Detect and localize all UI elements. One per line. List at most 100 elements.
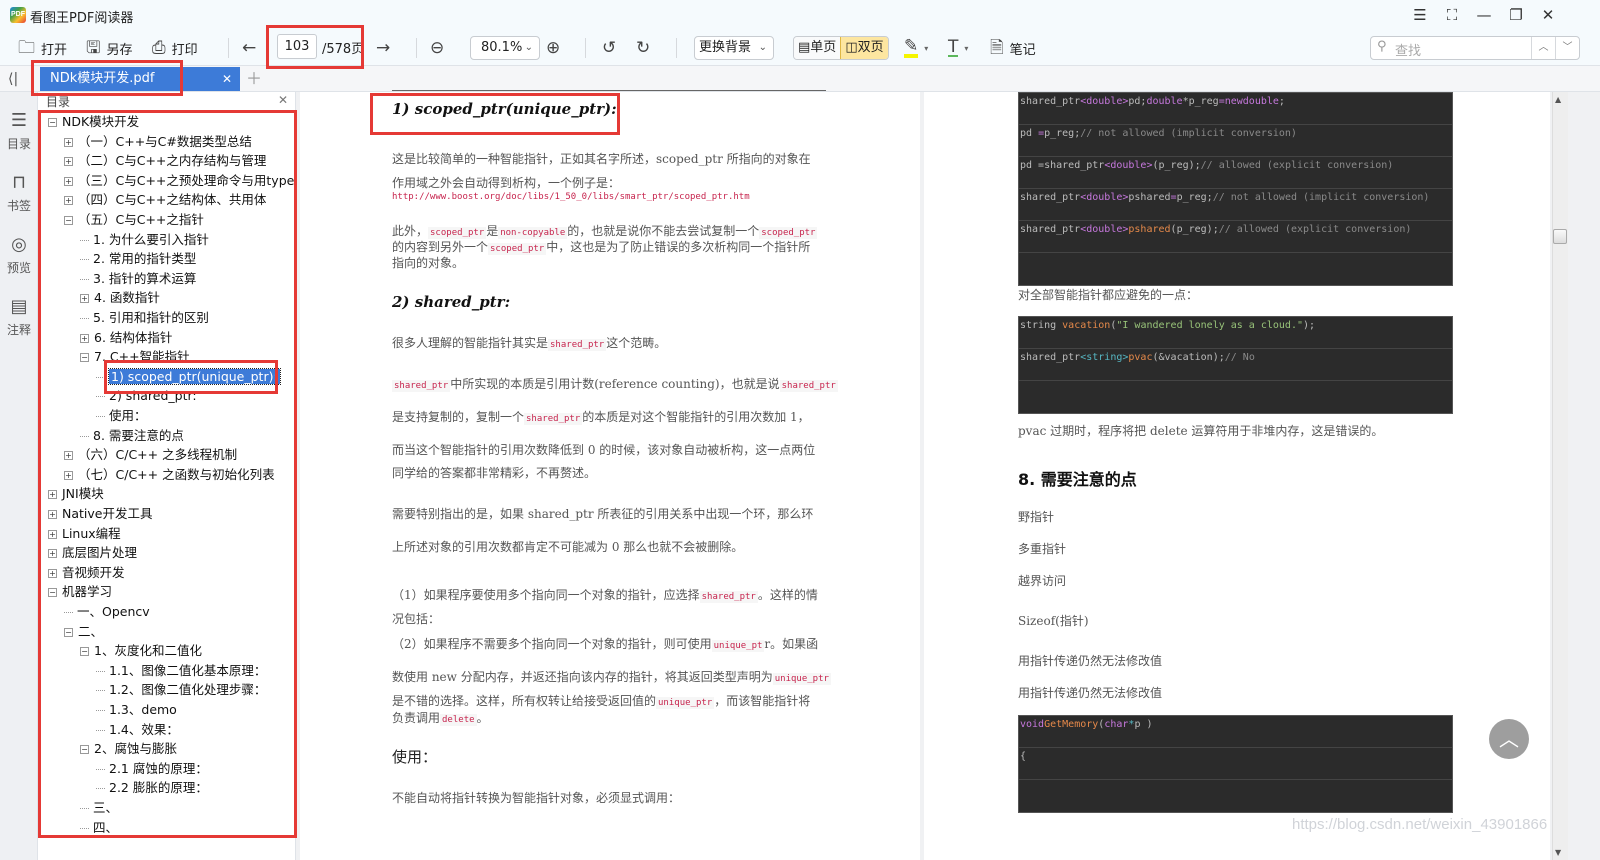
scroll-up-icon[interactable]: ▲ bbox=[1555, 95, 1561, 104]
expand-icon[interactable]: + bbox=[64, 157, 73, 167]
outline-item[interactable]: −7. C++智能指针 bbox=[80, 347, 190, 366]
nav-toc[interactable]: ☰ 目录 bbox=[0, 110, 38, 152]
zoom-select[interactable]: 80.1% ⌄ bbox=[470, 36, 540, 60]
save-as-button[interactable]: 🖫 另存 bbox=[86, 36, 133, 60]
scroll-down-icon[interactable]: ▼ bbox=[1555, 848, 1561, 857]
outline-item[interactable]: +6. 结构体指针 bbox=[80, 328, 172, 347]
single-page-button[interactable]: ▤单页 bbox=[794, 37, 841, 59]
expand-icon[interactable]: + bbox=[64, 196, 73, 206]
outline-item[interactable]: + （三）C与C++之预处理命令与用typede bbox=[64, 171, 310, 190]
background-select[interactable]: 更换背景 ⌄ bbox=[694, 36, 774, 60]
nav-preview[interactable]: ◎ 预览 bbox=[0, 234, 38, 276]
expand-icon[interactable]: + bbox=[64, 137, 73, 147]
outline-item[interactable]: + 音视频开发 bbox=[48, 563, 125, 582]
outline-item[interactable]: 2.1 腐蚀的原理： bbox=[96, 759, 208, 778]
outline-item[interactable]: + （二）C与C++之内存结构与管理 bbox=[64, 151, 266, 170]
outline-item[interactable]: 1.2、图像二值化处理步骤： bbox=[96, 680, 266, 699]
collapse-icon[interactable]: − bbox=[80, 353, 89, 363]
collapse-icon[interactable]: − bbox=[64, 627, 73, 637]
outline-item[interactable]: 1.4、效果： bbox=[96, 720, 179, 739]
collapse-icon[interactable]: − bbox=[48, 588, 57, 598]
expand-icon[interactable]: + bbox=[64, 176, 73, 186]
outline-item[interactable]: + Linux编程 bbox=[48, 524, 121, 543]
outline-item[interactable]: + 底层图片处理 bbox=[48, 543, 137, 562]
expand-icon[interactable]: + bbox=[48, 568, 57, 578]
outline-item[interactable]: 一、Opencv bbox=[64, 602, 150, 621]
nav-comment[interactable]: ▤ 注释 bbox=[0, 296, 38, 338]
expand-icon[interactable]: + bbox=[48, 510, 57, 519]
outline-item[interactable]: 2. 常用的指针类型 bbox=[80, 249, 196, 268]
outline-item[interactable]: 2) shared_ptr: bbox=[96, 386, 197, 405]
nav-bookmark[interactable]: ⊓ 书签 bbox=[0, 172, 38, 214]
rotate-right-button[interactable]: ↻ bbox=[636, 36, 650, 60]
outline-item[interactable]: − 机器学习 bbox=[48, 582, 112, 601]
outline-item[interactable]: + （七）C/C++ 之函数与初始化列表 bbox=[64, 465, 275, 484]
tab-document[interactable]: NDk模块开发.pdf ✕ bbox=[40, 67, 240, 91]
minimize-icon[interactable]: — bbox=[1470, 4, 1498, 26]
back-to-top-button[interactable]: ︿ bbox=[1489, 719, 1529, 759]
collapse-icon[interactable]: − bbox=[80, 647, 89, 657]
outline-item[interactable]: 1. 为什么要引入指针 bbox=[80, 230, 209, 249]
page-number-input[interactable]: 103 bbox=[277, 34, 317, 59]
expand-icon[interactable]: + bbox=[64, 451, 73, 461]
close-icon[interactable]: ✕ bbox=[1534, 4, 1562, 26]
outline-item[interactable]: 1.1、图像二值化基本原理： bbox=[96, 661, 266, 680]
collapse-icon[interactable]: − bbox=[64, 216, 73, 225]
zoom-out-button[interactable]: ⊖ bbox=[430, 36, 444, 60]
expand-icon[interactable]: + bbox=[48, 490, 57, 500]
search-next-button[interactable]: ﹀ bbox=[1555, 37, 1579, 59]
search-input[interactable]: 查找 bbox=[1395, 40, 1421, 59]
collapse-icon[interactable]: − bbox=[48, 118, 57, 127]
zoom-in-button[interactable]: ⊕ bbox=[546, 36, 560, 60]
outline-item[interactable]: 使用： bbox=[96, 406, 147, 425]
outline-item[interactable]: − （五）C与C++之指针 bbox=[64, 210, 204, 229]
tree-connector bbox=[96, 690, 105, 692]
vertical-scrollbar[interactable] bbox=[1552, 92, 1568, 860]
close-tab-icon[interactable]: ✕ bbox=[222, 67, 232, 91]
expand-icon[interactable]: + bbox=[80, 333, 89, 343]
double-page-button[interactable]: ◫双页 bbox=[840, 37, 888, 59]
rotate-left-button[interactable]: ↺ bbox=[602, 36, 616, 60]
new-tab-button[interactable]: ＋ bbox=[246, 67, 262, 91]
outline-item[interactable]: 四、 bbox=[80, 818, 118, 837]
print-button[interactable]: ⎙ 打印 bbox=[152, 36, 198, 60]
highlight-button[interactable]: ✎ ▾ bbox=[904, 36, 928, 60]
outline-item[interactable]: 8. 需要注意的点 bbox=[80, 426, 184, 445]
search-prev-button[interactable]: ︿ bbox=[1531, 37, 1555, 59]
outline-item[interactable]: 三、 bbox=[80, 798, 118, 817]
outline-item[interactable]: + （四）C与C++之结构体、共用体 bbox=[64, 190, 266, 209]
outline-item[interactable]: 2.2 膨胀的原理： bbox=[96, 778, 208, 797]
code-block: string vacation("I wandered lonely as a … bbox=[1018, 316, 1453, 414]
outline-item[interactable]: 5. 引用和指针的区别 bbox=[80, 308, 209, 327]
outline-item-label: 1、灰度化和二值化 bbox=[94, 643, 202, 659]
outline-item[interactable]: +4. 函数指针 bbox=[80, 288, 160, 307]
restore-icon[interactable]: ❐ bbox=[1502, 4, 1530, 26]
fullscreen-icon[interactable]: ⛶ bbox=[1438, 4, 1466, 26]
outline-item[interactable]: + （一）C++与C#数据类型总结 bbox=[64, 132, 252, 151]
outline-item[interactable]: −1、灰度化和二值化 bbox=[80, 641, 202, 660]
expand-icon[interactable]: + bbox=[48, 529, 57, 539]
next-page-button[interactable]: → bbox=[376, 36, 390, 60]
expand-icon[interactable]: + bbox=[80, 294, 89, 304]
boost-link[interactable]: http://www.boost.org/doc/libs/1_50_0/lib… bbox=[392, 192, 750, 202]
collapse-sidebar-icon[interactable]: ⟨| bbox=[8, 67, 18, 91]
outline-item[interactable]: − 二、 bbox=[64, 622, 103, 641]
open-button[interactable]: 🗀 打开 bbox=[18, 36, 67, 60]
outline-item[interactable]: + Native开发工具 bbox=[48, 504, 152, 523]
close-outline-icon[interactable]: ✕ bbox=[278, 93, 288, 107]
menu-icon[interactable]: ☰ bbox=[1406, 4, 1434, 26]
expand-icon[interactable]: + bbox=[64, 470, 73, 480]
notes-button[interactable]: 🗎 笔记 bbox=[990, 36, 1036, 60]
outline-item[interactable]: 1) scoped_ptr(unique_ptr): bbox=[96, 367, 281, 386]
scrollbar-thumb[interactable] bbox=[1553, 229, 1567, 244]
outline-item[interactable]: − NDK模块开发 bbox=[48, 112, 139, 131]
expand-icon[interactable]: + bbox=[48, 549, 57, 559]
outline-item[interactable]: + JNI模块 bbox=[48, 484, 104, 503]
prev-page-button[interactable]: ← bbox=[242, 36, 256, 60]
outline-item[interactable]: + （六）C/C++ 之多线程机制 bbox=[64, 445, 237, 464]
outline-item[interactable]: −2、腐蚀与膨胀 bbox=[80, 739, 177, 758]
text-color-button[interactable]: T ▾ bbox=[948, 36, 968, 60]
outline-item[interactable]: 1.3、demo bbox=[96, 700, 177, 719]
outline-item[interactable]: 3. 指针的算术运算 bbox=[80, 269, 196, 288]
collapse-icon[interactable]: − bbox=[80, 745, 89, 755]
